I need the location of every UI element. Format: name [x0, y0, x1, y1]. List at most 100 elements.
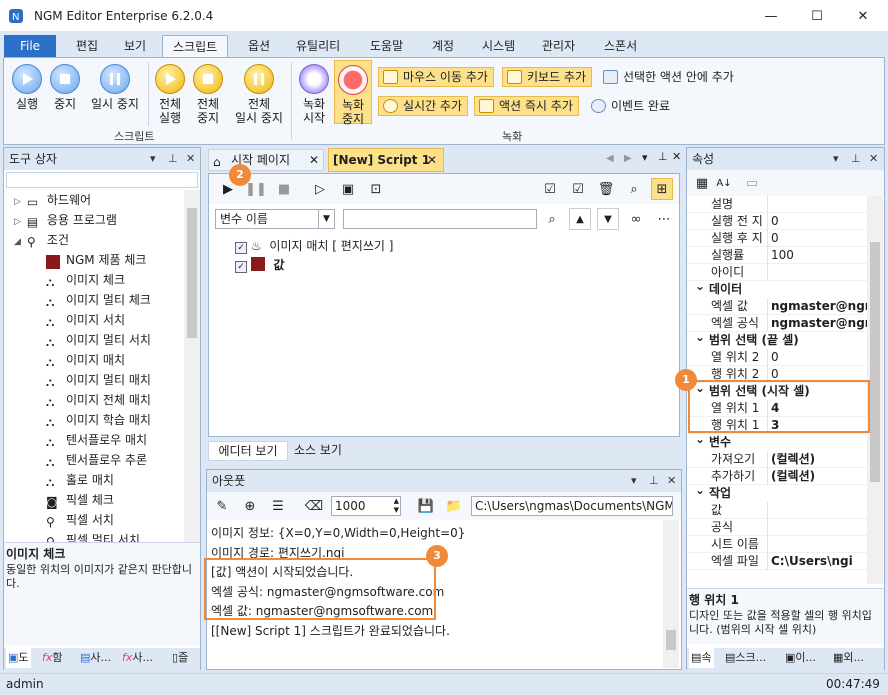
tab-scripts[interactable]: ▤스크...: [725, 648, 766, 668]
tree-node-value[interactable]: ✓ 값: [235, 256, 284, 273]
stepper-icon[interactable]: ▲ ▼: [394, 497, 399, 515]
tab-script-1[interactable]: [New] Script 1 ✕: [328, 148, 444, 172]
record-stop-button[interactable]: 녹화 중지: [334, 60, 372, 126]
property-value[interactable]: 0: [771, 349, 867, 366]
collapse-arrow-icon[interactable]: ⌄: [695, 278, 705, 295]
property-row[interactable]: 시트 이름: [687, 536, 867, 553]
add-keyboard-button[interactable]: 키보드 추가: [502, 67, 593, 87]
tab-account[interactable]: 계정: [422, 35, 464, 58]
record-start-button[interactable]: 녹화 시작: [296, 64, 332, 125]
add-mouse-move-button[interactable]: 마우스 이동 추가: [378, 67, 494, 87]
tree-view-icon[interactable]: ⊞: [651, 178, 673, 200]
toolbox-item[interactable]: ⛬ 이미지 학습 매치: [46, 410, 151, 430]
tab-close-icon[interactable]: ✕: [309, 150, 319, 170]
property-row[interactable]: 엑셀 값 ngmaster@ngm: [687, 298, 867, 315]
line-count-input[interactable]: 1000 ▲ ▼: [331, 496, 401, 516]
tab-prev-icon[interactable]: ◀: [606, 153, 614, 164]
sort-az-icon[interactable]: A↓: [713, 172, 735, 194]
toolbox-item[interactable]: ⛬ 이미지 멀티 서치: [46, 330, 151, 350]
folder-icon[interactable]: 📁: [443, 495, 465, 517]
toolbox-item[interactable]: ⚲ 픽셀 서치: [46, 510, 114, 530]
close-icon[interactable]: ✕: [667, 470, 676, 492]
toolbox-item[interactable]: ⛬ 이미지 매치: [46, 350, 125, 370]
tab-toolbox[interactable]: ▣도: [6, 648, 31, 668]
property-value[interactable]: 100: [771, 247, 867, 264]
property-row[interactable]: 엑셀 파일 C:\Users\ngi: [687, 553, 867, 570]
run-all-button[interactable]: 전체 실행: [152, 64, 188, 125]
tab-sponsor[interactable]: 스폰서: [594, 35, 647, 58]
toolbox-item[interactable]: ⛬ 이미지 멀티 체크: [46, 290, 151, 310]
scroll-thumb[interactable]: [187, 208, 197, 338]
toolbox-item[interactable]: ⚲ 픽셀 멀티 서치: [46, 530, 140, 542]
toolbox-scrollbar[interactable]: [184, 190, 200, 542]
close-icon[interactable]: ✕: [186, 148, 195, 170]
categorized-icon[interactable]: ▦: [691, 172, 713, 194]
scroll-thumb[interactable]: [666, 630, 676, 650]
source-view-tab[interactable]: 소스 보기: [288, 441, 348, 461]
event-complete-button[interactable]: 이벤트 완료: [586, 96, 676, 116]
pause-all-button[interactable]: 전체 일시 중지: [228, 64, 290, 125]
stop-all-button[interactable]: 전체 중지: [190, 64, 226, 125]
broom-icon[interactable]: ✎: [211, 495, 233, 517]
minimize-button[interactable]: —: [748, 0, 794, 32]
dropdown-icon[interactable]: ▾: [631, 470, 637, 492]
pin-icon[interactable]: ⊥: [649, 470, 659, 492]
property-value[interactable]: (컬렉션): [771, 468, 867, 485]
list-icon[interactable]: ☰: [267, 495, 289, 517]
add-inside-action-button[interactable]: 선택한 액션 안에 추가: [598, 67, 740, 87]
property-value[interactable]: 0: [771, 213, 867, 230]
toolbox-item[interactable]: ▩ NGM 제품 체크: [46, 250, 146, 270]
dropdown-icon[interactable]: ▾: [833, 148, 839, 170]
close-icon[interactable]: ✕: [672, 150, 681, 163]
collapse-arrow-icon[interactable]: ⌄: [695, 431, 705, 448]
tab-user-fx[interactable]: fx사...: [122, 648, 153, 668]
maximize-button[interactable]: ☐: [794, 0, 840, 32]
property-category[interactable]: ⌄ 데이터: [687, 278, 867, 298]
output-path-input[interactable]: C:\Users\ngmas\Documents\NGM6\: [471, 496, 673, 516]
tree-node-image-match[interactable]: ✓ ♨ 이미지 매치 [ 편지쓰기 ]: [235, 237, 393, 254]
property-row[interactable]: 실행 후 지 0: [687, 230, 867, 247]
variable-search-input[interactable]: [343, 209, 537, 229]
pin-icon[interactable]: ⊥: [168, 148, 178, 170]
checkbox-icon[interactable]: ✓: [235, 242, 247, 254]
delete-icon[interactable]: 🗑: [595, 178, 617, 200]
property-value[interactable]: ngmaster@ngm: [771, 298, 867, 315]
tab-view[interactable]: 보기: [114, 35, 156, 58]
infinity-icon[interactable]: ∞: [625, 208, 647, 230]
save-icon[interactable]: 💾: [415, 495, 437, 517]
close-icon[interactable]: ✕: [869, 148, 878, 170]
toolbox-item[interactable]: ◙ 픽셀 체크: [46, 490, 114, 510]
property-category[interactable]: ⌄ 작업: [687, 483, 867, 502]
toolbox-item[interactable]: ⛬ 홀로 매치: [46, 470, 114, 490]
toolbox-item[interactable]: ▷ ▤ 응용 프로그램: [14, 210, 117, 230]
scroll-thumb[interactable]: [870, 242, 880, 482]
toolbox-item[interactable]: ⛬ 텐서플로우 매치: [46, 430, 147, 450]
toolbox-item[interactable]: ▷ ▭ 하드웨어: [14, 190, 91, 210]
toolbox-item[interactable]: ⛬ 텐서플로우 추론: [46, 450, 147, 470]
property-category[interactable]: ⌄ 범위 선택 (끝 셀): [687, 330, 867, 349]
close-button[interactable]: ✕: [840, 0, 886, 32]
toolbox-item[interactable]: ⛬ 이미지 멀티 매치: [46, 370, 151, 390]
toolbox-item[interactable]: ⛬ 이미지 체크: [46, 270, 125, 290]
add-instant-button[interactable]: 액션 즉시 추가: [474, 96, 579, 116]
toolbox-item[interactable]: ⛬ 이미지 서치: [46, 310, 125, 330]
doc-add-icon[interactable]: ⊕: [239, 495, 261, 517]
step-play-icon[interactable]: ▷: [309, 178, 331, 200]
dropdown-icon[interactable]: ▾: [150, 148, 156, 170]
check-all-icon[interactable]: ☑: [539, 178, 561, 200]
file-menu[interactable]: File: [4, 35, 56, 58]
tab-favorites[interactable]: ▯즐: [172, 648, 188, 668]
run-button[interactable]: 실행: [8, 64, 46, 111]
tab-external[interactable]: ▦외...: [833, 648, 864, 668]
tab-function[interactable]: fx함: [42, 648, 63, 668]
tab-properties[interactable]: ▤속: [689, 648, 714, 668]
editor-view-tab[interactable]: 에디터 보기: [208, 441, 288, 461]
property-row[interactable]: 실행 전 지 0: [687, 213, 867, 230]
property-row[interactable]: 공식: [687, 519, 867, 536]
tab-utility[interactable]: 유틸리티: [286, 35, 350, 58]
toolbox-search-input[interactable]: [6, 172, 198, 188]
property-value[interactable]: (컬렉션): [771, 451, 867, 468]
down-icon[interactable]: ▼: [597, 208, 619, 230]
property-value[interactable]: ngmaster@ngm: [771, 315, 867, 332]
tab-close-icon[interactable]: ✕: [427, 149, 437, 171]
